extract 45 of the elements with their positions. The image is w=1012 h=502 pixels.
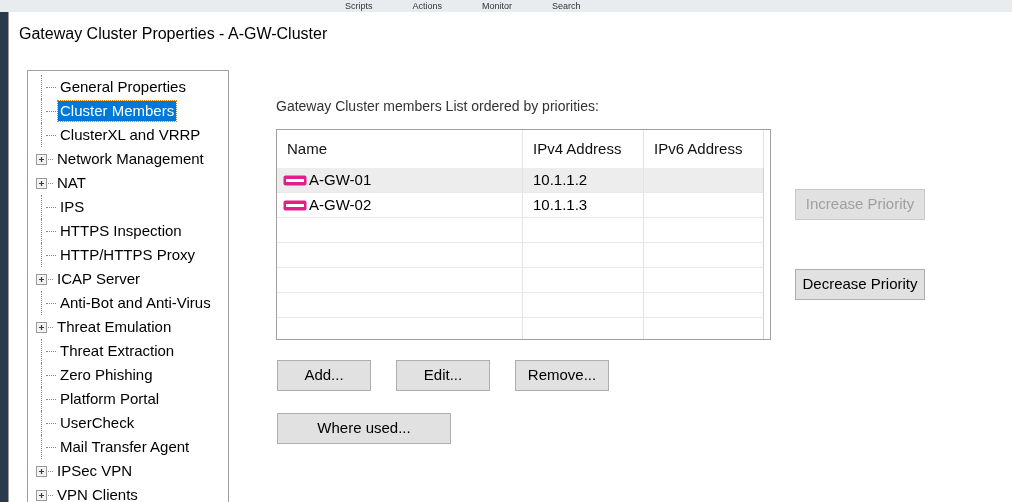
table-cell[interactable]: 10.1.1.3 [523, 193, 644, 218]
tree-item[interactable]: Zero Phishing [58, 365, 155, 385]
tree-item[interactable]: ClusterXL and VRRP [58, 125, 203, 145]
table-cell[interactable]: A-GW-02 [277, 193, 523, 218]
tree-item[interactable]: Network Management [55, 149, 206, 169]
tree-item[interactable]: HTTPS Inspection [58, 221, 184, 241]
action-button[interactable]: Add... [277, 360, 371, 391]
member-name: A-GW-01 [309, 170, 372, 190]
tree-item[interactable]: NAT [55, 173, 88, 193]
tree-item[interactable]: HTTP/HTTPS Proxy [58, 245, 197, 265]
action-button[interactable]: Remove... [515, 360, 609, 391]
tree-item[interactable]: Cluster Members [58, 101, 177, 121]
toolbar-item[interactable]: Actions [412, 0, 443, 12]
expand-icon[interactable] [36, 273, 47, 285]
expand-icon[interactable] [36, 465, 47, 477]
table-cell[interactable] [644, 193, 764, 218]
tree-item[interactable]: Platform Portal [58, 389, 162, 409]
priority-button[interactable]: Decrease Priority [795, 269, 925, 300]
table-cell[interactable] [644, 168, 764, 193]
tree-item[interactable]: IPSec VPN [55, 461, 135, 481]
tree-item[interactable]: IPS [58, 197, 87, 217]
toolbar-item[interactable]: Monitor [482, 0, 513, 12]
tree-item[interactable]: General Properties [58, 77, 188, 97]
tree-item[interactable]: Mail Transfer Agent [58, 437, 192, 457]
action-button[interactable]: Edit... [396, 360, 490, 391]
tree-item[interactable]: ICAP Server [55, 269, 143, 289]
expand-icon[interactable] [36, 153, 47, 165]
tree-item[interactable]: Threat Extraction [58, 341, 177, 361]
expand-icon[interactable] [36, 177, 47, 189]
tree-item[interactable]: Anti-Bot and Anti-Virus [58, 293, 213, 313]
table-cell[interactable]: 10.1.1.2 [523, 168, 644, 193]
tree-item[interactable]: VPN Clients [55, 485, 140, 502]
where-used-button[interactable]: Where used... [277, 413, 451, 444]
toolbar-item[interactable]: Scripts [345, 0, 373, 12]
toolbar-item[interactable]: Search [552, 0, 581, 12]
window-title: Gateway Cluster Properties - A-GW-Cluster [19, 25, 328, 42]
member-name: A-GW-02 [309, 195, 372, 215]
gateway-icon [283, 174, 307, 186]
expand-icon[interactable] [36, 321, 47, 333]
expand-icon[interactable] [36, 489, 47, 501]
tree-item[interactable]: Threat Emulation [55, 317, 174, 337]
gateway-icon [283, 199, 307, 211]
table-cell[interactable]: A-GW-01 [277, 168, 523, 193]
list-caption: Gateway Cluster members List ordered by priorities: [276, 98, 599, 114]
tree-item[interactable]: UserCheck [58, 413, 137, 433]
